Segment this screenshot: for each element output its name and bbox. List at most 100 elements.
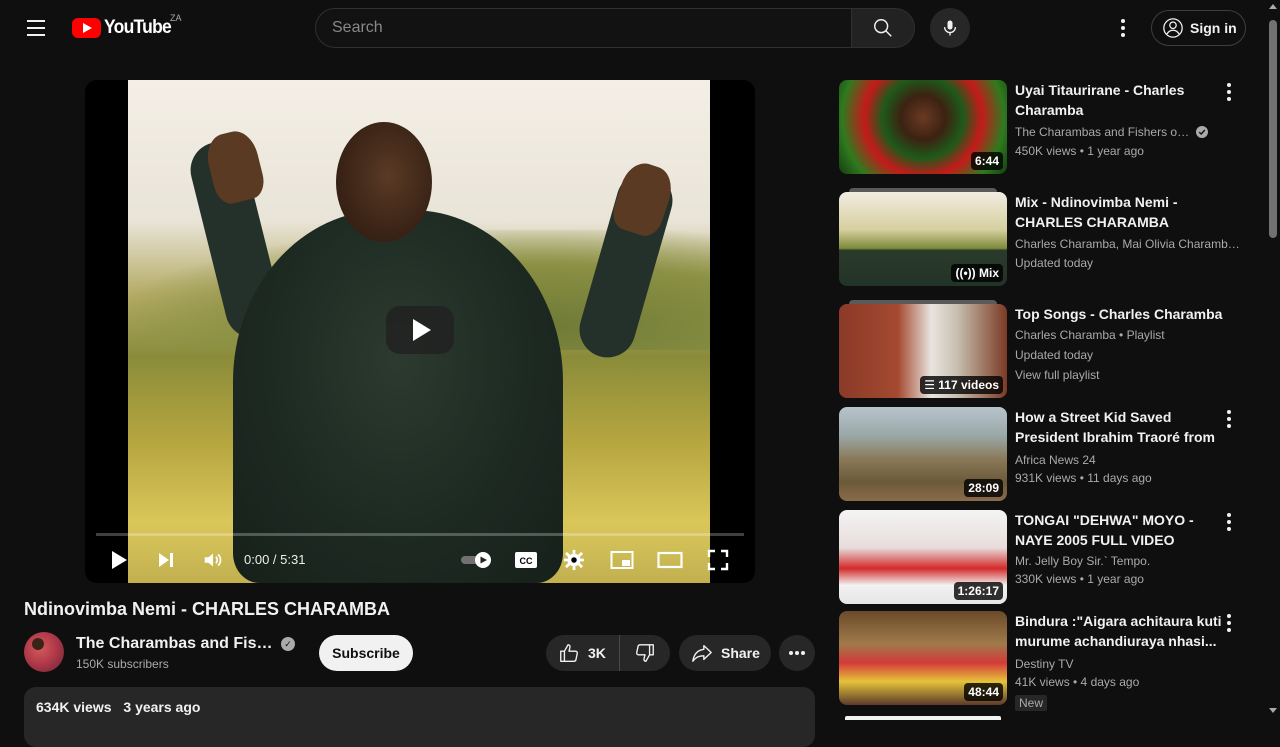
search-box xyxy=(315,8,852,48)
recommendation-item[interactable]: 28:09 How a Street Kid Saved President I… xyxy=(839,407,1249,503)
mute-button[interactable] xyxy=(199,546,227,574)
time-display: 0:00 / 5:31 xyxy=(244,552,305,567)
video-thumbnail[interactable]: 28:09 xyxy=(839,407,1007,501)
recommendation-title[interactable]: Bindura :"Aigara achitaura kuti murume a… xyxy=(1015,611,1225,651)
search-button[interactable] xyxy=(851,8,915,48)
share-icon xyxy=(692,644,712,662)
recommendation-menu-button[interactable] xyxy=(1219,512,1239,532)
theater-mode-button[interactable] xyxy=(656,546,684,574)
closed-captions-icon: CC xyxy=(515,552,537,568)
recommendation-menu-button[interactable] xyxy=(1219,409,1239,429)
scroll-down-arrow-icon[interactable] xyxy=(1269,708,1277,713)
dislike-button[interactable] xyxy=(620,635,670,671)
recommendation-title[interactable]: TONGAI "DEHWA" MOYO - NAYE 2005 FULL VID… xyxy=(1015,510,1225,550)
skip-next-icon xyxy=(159,553,173,567)
duration-badge: 48:44 xyxy=(964,683,1003,701)
thumbs-down-icon xyxy=(636,644,654,662)
large-play-button[interactable] xyxy=(386,306,454,354)
mix-badge-label: Mix xyxy=(978,266,999,280)
top-bar: YouTube ZA Sign in xyxy=(0,0,1280,56)
video-figure-hand xyxy=(608,157,678,241)
more-actions-button[interactable] xyxy=(779,635,815,671)
recommendation-menu-button[interactable] xyxy=(1219,613,1239,633)
recommendation-title[interactable]: Uyai Titaurirane - Charles Charamba xyxy=(1015,80,1225,120)
share-button[interactable]: Share xyxy=(679,635,771,671)
like-count: 3K xyxy=(588,645,606,661)
playlist-count: 117 videos xyxy=(938,378,999,392)
sign-in-button[interactable]: Sign in xyxy=(1151,10,1246,46)
miniplayer-button[interactable] xyxy=(608,546,636,574)
progress-bar[interactable] xyxy=(96,533,744,536)
play-button[interactable] xyxy=(105,546,133,574)
duration-badge: 28:09 xyxy=(964,479,1003,497)
current-time: 0:00 xyxy=(244,552,270,567)
play-icon xyxy=(112,551,127,569)
like-button[interactable]: 3K xyxy=(546,635,620,671)
youtube-play-logo-icon xyxy=(72,18,101,38)
recommendation-item[interactable]: ☰ 117 videos Top Songs - Charles Charamb… xyxy=(839,300,1249,400)
video-figure-head xyxy=(336,122,432,242)
video-thumbnail[interactable]: ((•)) Mix xyxy=(839,192,1007,286)
video-thumbnail[interactable]: ☰ 117 videos xyxy=(839,304,1007,398)
view-full-playlist-link[interactable]: View full playlist xyxy=(1015,368,1243,382)
sign-in-label: Sign in xyxy=(1190,20,1237,36)
video-player[interactable]: 0:00 / 5:31 CC xyxy=(85,80,755,583)
total-time: 5:31 xyxy=(280,552,306,567)
channel-name[interactable]: Africa News 24 xyxy=(1015,453,1243,467)
settings-more-button[interactable] xyxy=(1107,12,1139,44)
video-stats: 450K views • 1 year ago xyxy=(1015,144,1144,158)
video-title: Ndinovimba Nemi - CHARLES CHARAMBA xyxy=(24,599,391,619)
vertical-dots-icon xyxy=(1227,83,1231,101)
fullscreen-icon xyxy=(707,549,729,571)
autoplay-toggle[interactable] xyxy=(457,546,497,574)
video-stats: 41K views • 4 days ago xyxy=(1015,675,1140,689)
next-recommendation-peek xyxy=(845,716,1001,720)
channel-name[interactable]: The Charambas and Fishers of Men xyxy=(1015,125,1191,139)
search-input[interactable] xyxy=(332,19,835,37)
page-scrollbar[interactable] xyxy=(1266,0,1280,720)
description-box[interactable]: 634K views 3 years ago xyxy=(24,687,815,747)
player-controls: 0:00 / 5:31 CC xyxy=(85,540,755,580)
recommendation-title[interactable]: How a Street Kid Saved President Ibrahim… xyxy=(1015,407,1225,447)
recommendation-item[interactable]: ((•)) Mix Mix - Ndinovimba Nemi - CHARLE… xyxy=(839,188,1249,288)
svg-text:CC: CC xyxy=(520,556,533,566)
miniplayer-icon xyxy=(610,551,634,569)
video-thumbnail[interactable]: 48:44 xyxy=(839,611,1007,705)
scrollbar-thumb[interactable] xyxy=(1269,20,1277,238)
mix-updated: Updated today xyxy=(1015,256,1094,270)
vertical-dots-icon xyxy=(1227,410,1231,428)
theater-mode-icon xyxy=(657,551,683,569)
channel-avatar[interactable] xyxy=(24,632,64,672)
search-icon xyxy=(874,19,892,37)
like-dislike-group: 3K xyxy=(546,635,670,671)
recommendation-item[interactable]: 1:26:17 TONGAI "DEHWA" MOYO - NAYE 2005 … xyxy=(839,510,1249,606)
next-button[interactable] xyxy=(152,546,180,574)
recommendation-menu-button[interactable] xyxy=(1219,82,1239,102)
video-thumbnail[interactable]: 1:26:17 xyxy=(839,510,1007,604)
video-thumbnail[interactable]: 6:44 xyxy=(839,80,1007,174)
country-code: ZA xyxy=(170,13,182,23)
recommendation-item[interactable]: 6:44 Uyai Titaurirane - Charles Charamba… xyxy=(839,80,1249,176)
vertical-dots-icon xyxy=(1227,513,1231,531)
subscriber-count: 150K subscribers xyxy=(76,657,169,671)
subtitles-button[interactable]: CC xyxy=(512,546,540,574)
recommendation-title[interactable]: Mix - Ndinovimba Nemi - CHARLES CHARAMBA xyxy=(1015,192,1225,232)
fullscreen-button[interactable] xyxy=(704,546,732,574)
recommendation-item[interactable]: 48:44 Bindura :"Aigara achitaura kuti mu… xyxy=(839,611,1249,711)
channel-name[interactable]: Mr. Jelly Boy Sir.` Tempo. xyxy=(1015,554,1243,568)
scroll-up-arrow-icon[interactable] xyxy=(1269,4,1277,9)
voice-search-button[interactable] xyxy=(930,8,970,48)
settings-button[interactable] xyxy=(560,546,588,574)
channel-name[interactable]: The Charambas and Fishers of Men xyxy=(76,635,276,653)
youtube-logo[interactable]: YouTube xyxy=(72,17,177,39)
menu-icon[interactable] xyxy=(20,12,52,44)
mix-badge: ((•)) Mix xyxy=(951,264,1003,282)
vertical-dots-icon xyxy=(1227,614,1231,632)
thumbs-up-icon xyxy=(560,644,578,662)
view-count: 634K views xyxy=(36,699,112,715)
recommendation-title[interactable]: Top Songs - Charles Charamba xyxy=(1015,304,1225,324)
microphone-icon xyxy=(943,20,957,36)
publish-date: 3 years ago xyxy=(123,699,201,715)
subscribe-button[interactable]: Subscribe xyxy=(319,635,413,671)
channel-name[interactable]: Destiny TV xyxy=(1015,657,1243,671)
